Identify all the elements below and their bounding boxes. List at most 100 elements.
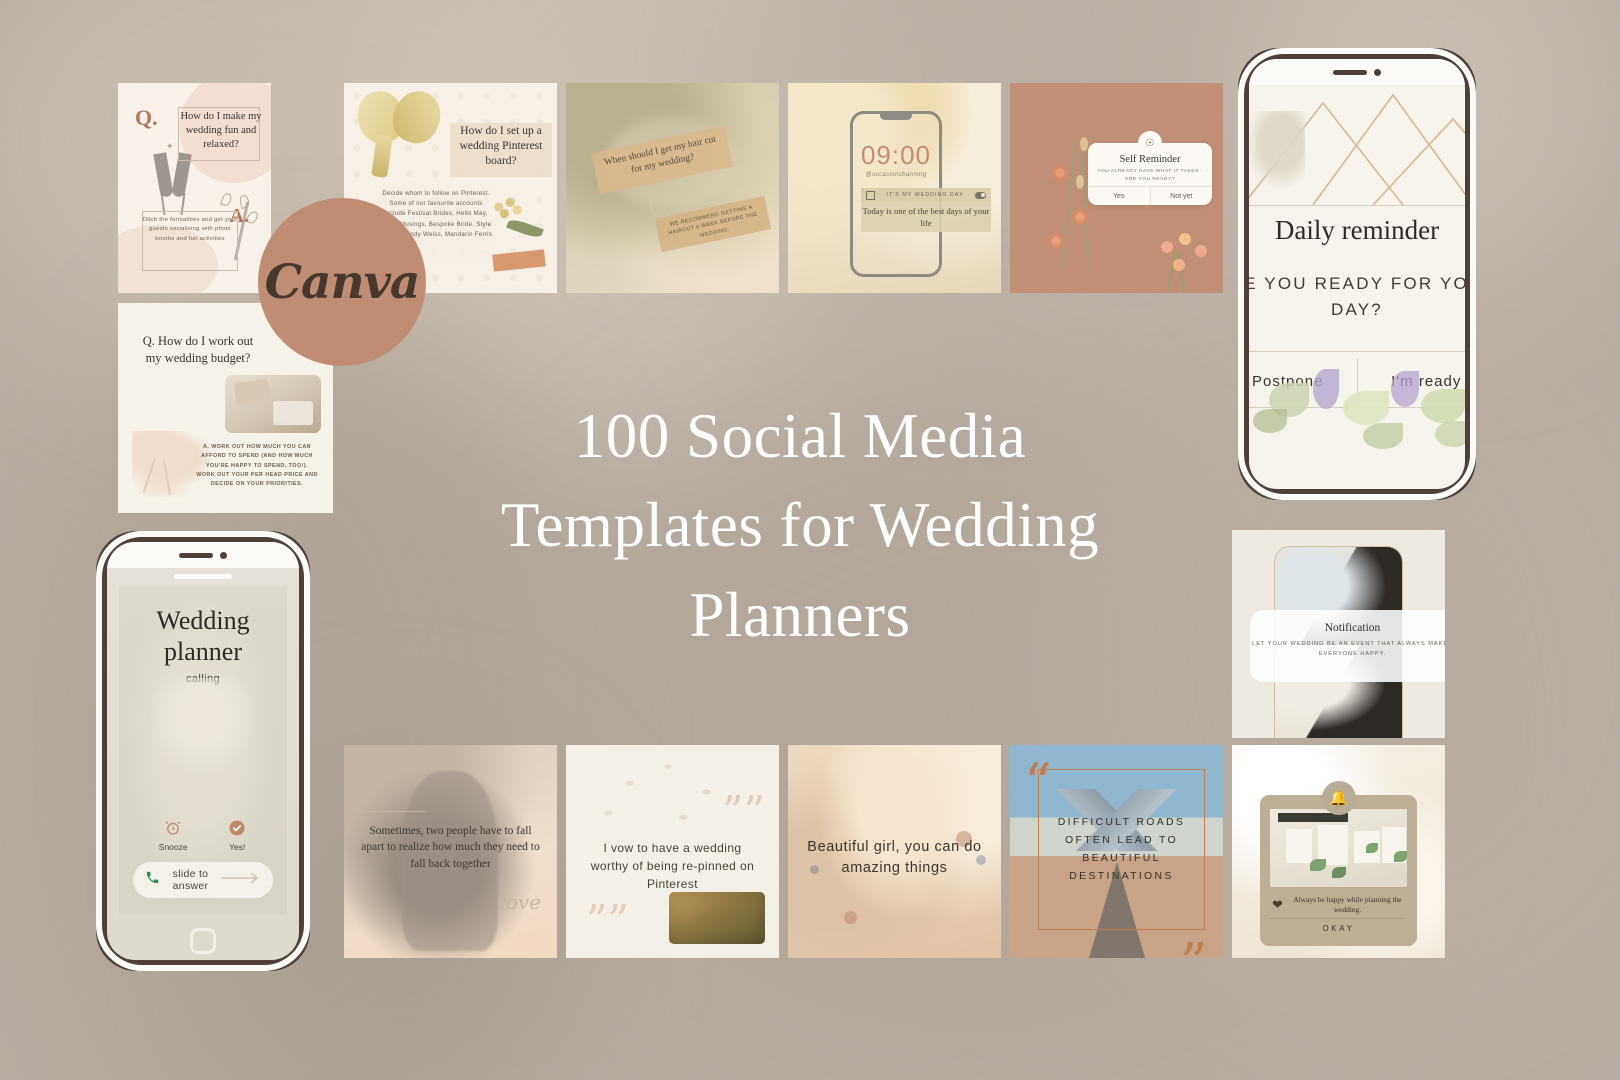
title-line-3: Planners	[689, 579, 911, 650]
event-label: IT'S MY WEDDING DAY	[886, 192, 964, 198]
okay-button[interactable]: OKAY	[1270, 918, 1407, 936]
event-banner: IT'S MY WEDDING DAY	[861, 188, 991, 202]
title-line-2: Templates for Wedding	[500, 490, 1100, 561]
canva-badge[interactable]: Canva	[258, 198, 426, 366]
yes-button[interactable]: Yes	[1088, 187, 1151, 205]
card-quote-fall-apart[interactable]: Sometimes, two people have to fall apart…	[344, 745, 557, 958]
question-text: Q. How do I work out my wedding budget?	[142, 334, 254, 365]
camera-icon	[1374, 68, 1381, 76]
card-faq-fun[interactable]: Q. ✦ How do I make my wedding fun and re…	[118, 83, 271, 293]
phone-mockup-daily-reminder[interactable]: Daily reminder ARE YOU READY FOR YOUR DA…	[1238, 48, 1476, 500]
bell-icon: ☉	[1138, 131, 1162, 155]
phone-icon	[145, 870, 160, 890]
phone-topbar	[107, 542, 299, 568]
quote-text: DIFFICULT ROADS OFTEN LEAD TO BEAUTIFUL …	[1057, 816, 1186, 883]
card-quote-beautiful-girl[interactable]: Beautiful girl, you can do amazing thing…	[788, 745, 1001, 958]
question-text: How do I set up a wedding Pinterest boar…	[459, 125, 543, 167]
speaker-icon	[1333, 69, 1367, 75]
caller-line-1: Wedding	[156, 606, 250, 635]
slide-to-answer[interactable]: slide to answer	[133, 862, 273, 898]
earpiece-icon	[174, 574, 232, 579]
phone-mockup-calling[interactable]: Wedding planner calling Snooze	[96, 531, 310, 971]
snooze-label: Snooze	[158, 842, 188, 852]
phone-screen: Daily reminder ARE YOU READY FOR YOUR DA…	[1249, 59, 1465, 489]
toggle-icon	[975, 191, 986, 199]
question-text: How do I make my wedding fun and relaxed…	[180, 111, 262, 150]
divider	[1249, 205, 1465, 206]
arrow-right-icon	[221, 871, 261, 890]
reminder-dialog: ☉ Self Reminder YOU ALREADY HAVE WHAT IT…	[1088, 131, 1212, 205]
dialog-body: YOU ALREADY HAVE WHAT IT TAKES - ARE YOU…	[1097, 169, 1203, 182]
phone-screen: Wedding planner calling Snooze	[107, 542, 299, 960]
camera-icon	[220, 551, 227, 559]
canva-label: Canva	[264, 254, 421, 310]
caller-name: Wedding planner	[119, 586, 287, 667]
background-photo	[139, 678, 267, 788]
lockscreen-time: 09:00	[860, 140, 932, 170]
quote-text: Beautiful girl, you can do amazing thing…	[807, 839, 982, 877]
quote-text: Sometimes, two people have to fall apart…	[361, 825, 540, 870]
champagne-glass-icon	[153, 152, 174, 198]
card-self-reminder[interactable]: ☉ Self Reminder YOU ALREADY HAVE WHAT IT…	[1010, 83, 1223, 293]
snooze-button[interactable]: Snooze	[159, 818, 188, 852]
phone-mockup: 09:00 @occasionchanning IT'S MY WEDDING …	[850, 111, 991, 277]
budget-photo	[225, 375, 321, 433]
notification-body: LET YOUR WEDDING BE AN EVENT THAT ALWAYS…	[1252, 641, 1445, 657]
speaker-icon	[179, 552, 213, 558]
quote-text: Today is one of the best days of your li…	[861, 202, 991, 232]
notification-message: Always be happy while planning the weddi…	[1293, 894, 1402, 915]
accept-label: Yes!	[229, 842, 246, 852]
bud-icon	[1076, 175, 1084, 189]
title-line-1: 100 Social Media	[573, 401, 1027, 471]
answer-text: A. WORK OUT HOW MUCH YOU CAN AFFORD TO S…	[196, 444, 318, 488]
flower-stem	[1061, 141, 1077, 271]
notification-panel: ❤ Always be happy while planning the wed…	[1260, 795, 1417, 946]
alarm-clock-icon	[163, 818, 183, 838]
phone-topbar	[1249, 59, 1465, 85]
card-wedding-day-phone[interactable]: 09:00 @occasionchanning IT'S MY WEDDING …	[788, 83, 1001, 293]
reminder-title: Daily reminder	[1274, 215, 1440, 245]
arrow-decoration	[362, 811, 426, 812]
flower-icon	[1052, 165, 1068, 181]
floral-decoration	[1249, 339, 1465, 489]
dialog-actions: Yes Not yet	[1088, 186, 1212, 205]
quote-mark-icon: “	[1181, 902, 1209, 958]
ribbon-bow-icon	[351, 84, 448, 178]
reminder-question: ARE YOU READY FOR YOUR DAY?	[1249, 274, 1465, 319]
card-notification-phone[interactable]: Notification LET YOUR WEDDING BE AN EVEN…	[1232, 530, 1445, 738]
flower-cluster	[1143, 219, 1223, 293]
slide-label: slide to answer	[172, 868, 209, 892]
not-yet-button[interactable]: Not yet	[1151, 187, 1213, 205]
accept-button[interactable]: Yes!	[227, 818, 247, 852]
template-collage: Q. ✦ How do I make my wedding fun and re…	[0, 0, 1620, 1080]
card-quote-difficult-roads[interactable]: “ “ DIFFICULT ROADS OFTEN LEAD TO BEAUTI…	[1010, 745, 1223, 958]
sparkle-icon: ✦	[166, 141, 174, 151]
flower-icon	[1072, 209, 1088, 225]
call-screen: Wedding planner calling Snooze	[119, 586, 287, 914]
phone-notch	[880, 113, 912, 120]
moodboard-photo	[1270, 809, 1407, 887]
confetti-dot	[844, 911, 857, 924]
flower-icon	[1048, 233, 1064, 249]
card-faq-haircut[interactable]: When should I get my hair cut for my wed…	[566, 83, 779, 293]
answer-text: Ditch the formalities and get your guest…	[142, 217, 238, 242]
wedding-photo	[669, 892, 765, 944]
q-letter: Q.	[135, 105, 158, 130]
leaf-decoration	[1249, 111, 1305, 191]
notification-title: Notification	[1324, 622, 1381, 634]
caller-line-2: planner	[164, 636, 242, 666]
quote-mark-icon: ””	[586, 896, 629, 945]
check-circle-icon	[227, 818, 247, 838]
bell-icon: 🔔	[1321, 781, 1356, 815]
notification-card: Notification LET YOUR WEDDING BE AN EVEN…	[1250, 610, 1445, 682]
bud-icon	[1080, 137, 1088, 151]
card-quote-vow[interactable]: ”” ”” I vow to have a wedding worthy of …	[566, 745, 779, 958]
card-notification-okay[interactable]: 🔔 ❤ Always be happy while planning the w…	[1232, 745, 1445, 958]
home-button-icon[interactable]	[190, 928, 216, 954]
call-actions: Snooze Yes!	[139, 818, 267, 852]
page-title: 100 Social Media Templates for Wedding P…	[420, 392, 1180, 660]
calendar-icon	[866, 190, 875, 200]
quote-mark-icon: ””	[722, 787, 765, 836]
quote-mark-icon: “	[1024, 752, 1052, 815]
quote-text: I vow to have a wedding worthy of being …	[590, 841, 755, 891]
